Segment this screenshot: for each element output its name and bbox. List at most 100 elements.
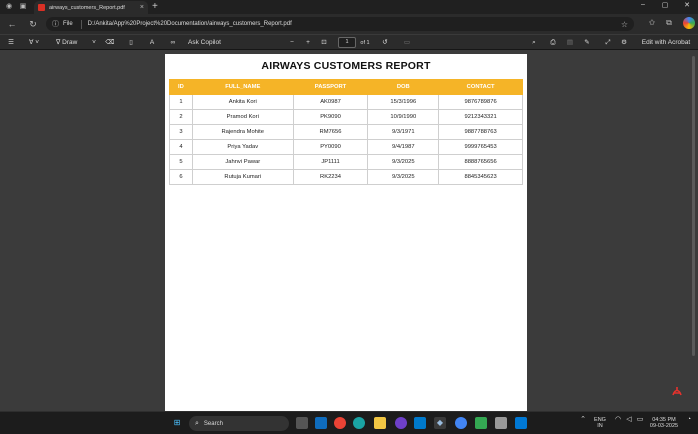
minimize-button[interactable]: – bbox=[637, 1, 649, 8]
column-header: CONTACT bbox=[438, 79, 523, 95]
edge-icon[interactable] bbox=[315, 417, 327, 429]
language-indicator[interactable]: ENG IN bbox=[593, 417, 607, 429]
address-bar[interactable]: ⓘ File D:/Ankita/App%20Project%20Documen… bbox=[46, 17, 634, 31]
rotate-icon[interactable]: ↺ bbox=[380, 38, 390, 48]
table-row: 6 Rutuja Kumari RK2234 9/3/2025 88453456… bbox=[169, 169, 523, 185]
zoom-in-button[interactable]: + bbox=[304, 38, 312, 48]
chrome-icon[interactable] bbox=[334, 417, 346, 429]
table-header-row: ID FULL_NAME PASSPORT DOB CONTACT bbox=[169, 79, 523, 95]
battery-icon[interactable]: ▭ bbox=[635, 416, 645, 423]
report-title: AIRWAYS CUSTOMERS REPORT bbox=[261, 60, 431, 72]
notification-icon[interactable]: ◔ bbox=[684, 416, 694, 423]
pdf-toolbar: ☰ ∀ ˅ ∇ Draw ˅ ⌫ ▯ A ∞ Ask Copilot − + ⊡… bbox=[0, 34, 698, 50]
cell-id: 3 bbox=[169, 124, 193, 140]
taskbar-search[interactable]: ⌕ Search bbox=[189, 416, 289, 431]
cell-contact: 9999765453 bbox=[438, 139, 523, 155]
cell-contact: 9887788763 bbox=[438, 124, 523, 140]
table-row: 1 Ankita Kori AK0987 15/3/1996 987678987… bbox=[169, 94, 523, 110]
cell-full-name: Rutuja Kumari bbox=[191, 169, 294, 185]
pdf-viewer[interactable]: AIRWAYS CUSTOMERS REPORT ID FULL_NAME PA… bbox=[0, 50, 698, 411]
profile-icon[interactable]: ◉ bbox=[4, 2, 14, 12]
two-page-icon[interactable]: ▭ bbox=[402, 38, 412, 48]
acrobat-icon[interactable] bbox=[671, 385, 683, 397]
column-header: PASSPORT bbox=[292, 79, 369, 95]
erase-icon[interactable]: ⌫ bbox=[105, 38, 115, 48]
zoom-out-button[interactable]: − bbox=[288, 38, 296, 48]
cell-passport: PK9090 bbox=[292, 109, 369, 125]
highlight-icon[interactable]: ∀ ˅ bbox=[26, 38, 42, 48]
volume-icon[interactable]: ◁ bbox=[624, 416, 634, 423]
file-explorer-icon[interactable] bbox=[374, 417, 386, 429]
task-view-icon[interactable] bbox=[296, 417, 308, 429]
wifi-icon[interactable]: ◠ bbox=[613, 416, 623, 423]
pdf-file-icon bbox=[38, 4, 45, 11]
fit-page-icon[interactable]: ⊡ bbox=[319, 38, 329, 48]
cell-dob: 10/9/1990 bbox=[367, 109, 440, 125]
draw-button[interactable]: ∇ Draw bbox=[56, 38, 88, 48]
clock[interactable]: 04:35 PM 09-03-2025 bbox=[647, 417, 681, 429]
windows-taskbar: ⊞ ⌕ Search ◆ ⌃ ENG IN ◠ ◁ ▭ 04:35 PM 09-… bbox=[0, 411, 698, 434]
cell-id: 5 bbox=[169, 154, 193, 170]
cell-full-name: Pramod Kori bbox=[191, 109, 294, 125]
android-studio-icon[interactable]: ◆ bbox=[434, 417, 446, 429]
cell-passport: JP1111 bbox=[292, 154, 369, 170]
table-row: 5 Jahnvi Pawar JP1111 9/3/2025 888876565… bbox=[169, 154, 523, 170]
maximize-button[interactable]: ▢ bbox=[659, 1, 671, 9]
cell-dob: 9/3/1971 bbox=[367, 124, 440, 140]
info-icon[interactable]: ⓘ bbox=[52, 19, 59, 29]
address-url[interactable]: D:/Ankita/App%20Project%20Documentation/… bbox=[88, 21, 292, 27]
clock-date: 09-03-2025 bbox=[649, 423, 679, 429]
extensions-icon[interactable]: ⧉ bbox=[663, 18, 675, 28]
immersive-reader-icon[interactable]: ∞ bbox=[167, 38, 179, 48]
cell-passport: RK2234 bbox=[292, 169, 369, 185]
new-tab-button[interactable]: + bbox=[152, 1, 158, 12]
back-arrow-icon[interactable]: ← bbox=[6, 18, 18, 30]
settings-gear-icon[interactable]: ⚙ bbox=[619, 38, 629, 48]
fullscreen-icon[interactable]: ⤢ bbox=[603, 38, 613, 48]
edge-browser-icon[interactable] bbox=[353, 417, 365, 429]
column-header: FULL_NAME bbox=[191, 79, 294, 95]
edit-with-acrobat-button[interactable]: Edit with Acrobat bbox=[638, 38, 694, 48]
app-icon[interactable] bbox=[475, 417, 487, 429]
browser-tab[interactable]: airways_customers_Report.pdf × bbox=[34, 1, 148, 14]
github-icon[interactable] bbox=[395, 417, 407, 429]
page-view-icon[interactable]: ▯ bbox=[126, 38, 136, 48]
customers-table: ID FULL_NAME PASSPORT DOB CONTACT 1 Anki… bbox=[169, 79, 523, 185]
copilot-icon[interactable] bbox=[683, 17, 695, 29]
page-number-input[interactable]: 1 bbox=[338, 37, 356, 48]
search-icon[interactable]: ⌕ bbox=[529, 38, 539, 48]
cell-passport: PY0090 bbox=[292, 139, 369, 155]
tray-chevron-icon[interactable]: ⌃ bbox=[578, 416, 588, 423]
cell-contact: 9212343321 bbox=[438, 109, 523, 125]
scrollbar-thumb[interactable] bbox=[692, 56, 695, 356]
snipping-tool-icon[interactable] bbox=[495, 417, 507, 429]
read-aloud-icon[interactable]: A bbox=[147, 38, 157, 48]
windows-start-icon[interactable]: ⊞ bbox=[171, 417, 183, 429]
cell-full-name: Jahnvi Pawar bbox=[191, 154, 294, 170]
cell-passport: RM7656 bbox=[292, 124, 369, 140]
favorites-icon[interactable]: ✩ bbox=[646, 18, 658, 27]
cell-full-name: Rajendra Mohite bbox=[191, 124, 294, 140]
ask-copilot-button[interactable]: Ask Copilot bbox=[188, 38, 232, 48]
vertical-scrollbar[interactable] bbox=[691, 56, 696, 401]
print-icon[interactable]: ⎙ bbox=[548, 38, 558, 48]
tab-actions-icon[interactable]: ▣ bbox=[18, 2, 28, 12]
save-icon[interactable]: ▤ bbox=[565, 38, 575, 48]
save-as-icon[interactable]: ✎ bbox=[582, 38, 592, 48]
chrome-profile-icon[interactable] bbox=[455, 417, 467, 429]
address-separator bbox=[80, 19, 82, 29]
mail-icon[interactable] bbox=[515, 417, 527, 429]
region-code: IN bbox=[597, 423, 603, 429]
contents-icon[interactable]: ☰ bbox=[6, 38, 16, 48]
favorite-star-icon[interactable]: ☆ bbox=[621, 20, 628, 29]
close-window-button[interactable]: ✕ bbox=[681, 1, 693, 9]
cell-id: 6 bbox=[169, 169, 193, 185]
refresh-icon[interactable]: ↻ bbox=[27, 18, 39, 30]
draw-icon: ∇ bbox=[56, 39, 61, 46]
tab-close-button[interactable]: × bbox=[140, 4, 144, 11]
draw-label: Draw bbox=[62, 39, 78, 46]
draw-dropdown-icon[interactable]: ˅ bbox=[90, 38, 98, 48]
taskbar-search-placeholder: Search bbox=[203, 420, 223, 427]
vscode-icon[interactable] bbox=[414, 417, 426, 429]
table-row: 3 Rajendra Mohite RM7656 9/3/1971 988778… bbox=[169, 124, 523, 140]
